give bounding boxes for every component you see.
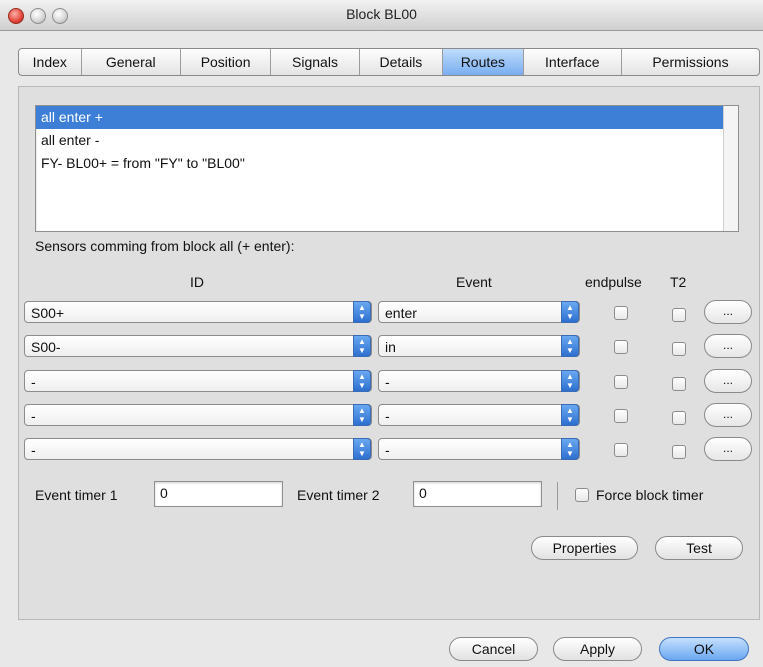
endpulse-column-header: endpulse — [585, 274, 642, 290]
cancel-button[interactable]: Cancel — [449, 637, 538, 661]
select-arrows-icon: ▲ ▼ — [561, 438, 579, 460]
routes-list[interactable]: all enter + all enter - FY- BL00+ = from… — [35, 105, 739, 232]
sensor-more-button[interactable]: ... — [704, 300, 752, 324]
tab-signals[interactable]: Signals — [271, 49, 360, 75]
endpulse-checkbox[interactable] — [614, 340, 628, 354]
sensor-more-button[interactable]: ... — [704, 369, 752, 393]
route-item[interactable]: FY- BL00+ = from "FY" to "BL00" — [36, 152, 738, 175]
event-timer-1-value: 0 — [160, 485, 168, 501]
select-arrows-icon: ▲ ▼ — [561, 335, 579, 357]
select-arrows-icon: ▲ ▼ — [353, 404, 371, 426]
sensor-more-button[interactable]: ... — [704, 334, 752, 358]
sensors-label: Sensors comming from block all (+ enter)… — [35, 238, 295, 254]
select-arrows-icon: ▲ ▼ — [561, 404, 579, 426]
sensor-event-value: - — [385, 442, 390, 458]
event-timer-2-label: Event timer 2 — [297, 487, 380, 503]
select-arrows-icon: ▲ ▼ — [561, 301, 579, 323]
endpulse-checkbox[interactable] — [614, 443, 628, 457]
sensor-more-button[interactable]: ... — [704, 403, 752, 427]
route-item[interactable]: all enter + — [36, 106, 738, 129]
sensor-id-value: S00+ — [31, 305, 65, 321]
sensor-event-select[interactable]: - ▲ ▼ — [378, 370, 580, 392]
sensor-id-value: S00- — [31, 339, 61, 355]
tab-bar: Index General Position Signals Details R… — [18, 48, 760, 76]
ok-button[interactable]: OK — [659, 637, 749, 661]
sensor-id-select[interactable]: - ▲ ▼ — [24, 438, 372, 460]
route-item[interactable]: all enter - — [36, 129, 738, 152]
sensor-event-value: - — [385, 374, 390, 390]
sensor-id-value: - — [31, 408, 36, 424]
tab-index[interactable]: Index — [19, 49, 82, 75]
sensor-event-value: enter — [385, 305, 417, 321]
event-timer-1-label: Event timer 1 — [35, 487, 118, 503]
apply-button[interactable]: Apply — [553, 637, 642, 661]
force-block-timer-label[interactable]: Force block timer — [596, 487, 703, 503]
tab-routes[interactable]: Routes — [443, 49, 524, 75]
t2-checkbox[interactable] — [672, 342, 686, 356]
select-arrows-icon: ▲ ▼ — [353, 301, 371, 323]
t2-checkbox[interactable] — [672, 411, 686, 425]
t2-column-header: T2 — [670, 274, 687, 290]
title-bar: Block BL00 — [0, 0, 763, 31]
sensor-id-select[interactable]: S00- ▲ ▼ — [24, 335, 372, 357]
sensor-id-select[interactable]: - ▲ ▼ — [24, 370, 372, 392]
t2-checkbox[interactable] — [672, 308, 686, 322]
sensor-more-button[interactable]: ... — [704, 437, 752, 461]
sensor-id-select[interactable]: - ▲ ▼ — [24, 404, 372, 426]
event-timer-2-input[interactable]: 0 — [413, 481, 542, 507]
tab-details[interactable]: Details — [360, 49, 444, 75]
select-arrows-icon: ▲ ▼ — [561, 370, 579, 392]
test-button[interactable]: Test — [655, 536, 743, 560]
event-column-header: Event — [456, 274, 492, 290]
event-timer-1-input[interactable]: 0 — [154, 481, 283, 507]
sensor-id-value: - — [31, 374, 36, 390]
sensor-event-select[interactable]: - ▲ ▼ — [378, 404, 580, 426]
sensor-event-select[interactable]: enter ▲ ▼ — [378, 301, 580, 323]
event-timer-2-value: 0 — [419, 485, 427, 501]
sensor-event-value: in — [385, 339, 396, 355]
timer-separator — [557, 482, 558, 510]
endpulse-checkbox[interactable] — [614, 306, 628, 320]
t2-checkbox[interactable] — [672, 377, 686, 391]
tab-general[interactable]: General — [82, 49, 181, 75]
sensor-event-select[interactable]: - ▲ ▼ — [378, 438, 580, 460]
endpulse-checkbox[interactable] — [614, 409, 628, 423]
t2-checkbox[interactable] — [672, 445, 686, 459]
force-block-timer-checkbox[interactable] — [575, 488, 589, 502]
tab-interface[interactable]: Interface — [524, 49, 622, 75]
id-column-header: ID — [190, 274, 204, 290]
window-title: Block BL00 — [346, 6, 417, 22]
select-arrows-icon: ▲ ▼ — [353, 370, 371, 392]
sensor-event-value: - — [385, 408, 390, 424]
sensor-event-select[interactable]: in ▲ ▼ — [378, 335, 580, 357]
tab-permissions[interactable]: Permissions — [622, 49, 759, 75]
properties-button[interactable]: Properties — [531, 536, 638, 560]
tab-position[interactable]: Position — [181, 49, 272, 75]
select-arrows-icon: ▲ ▼ — [353, 438, 371, 460]
sensor-id-select[interactable]: S00+ ▲ ▼ — [24, 301, 372, 323]
sensor-id-value: - — [31, 442, 36, 458]
endpulse-checkbox[interactable] — [614, 375, 628, 389]
select-arrows-icon: ▲ ▼ — [353, 335, 371, 357]
routes-list-scrollbar[interactable] — [723, 106, 738, 231]
